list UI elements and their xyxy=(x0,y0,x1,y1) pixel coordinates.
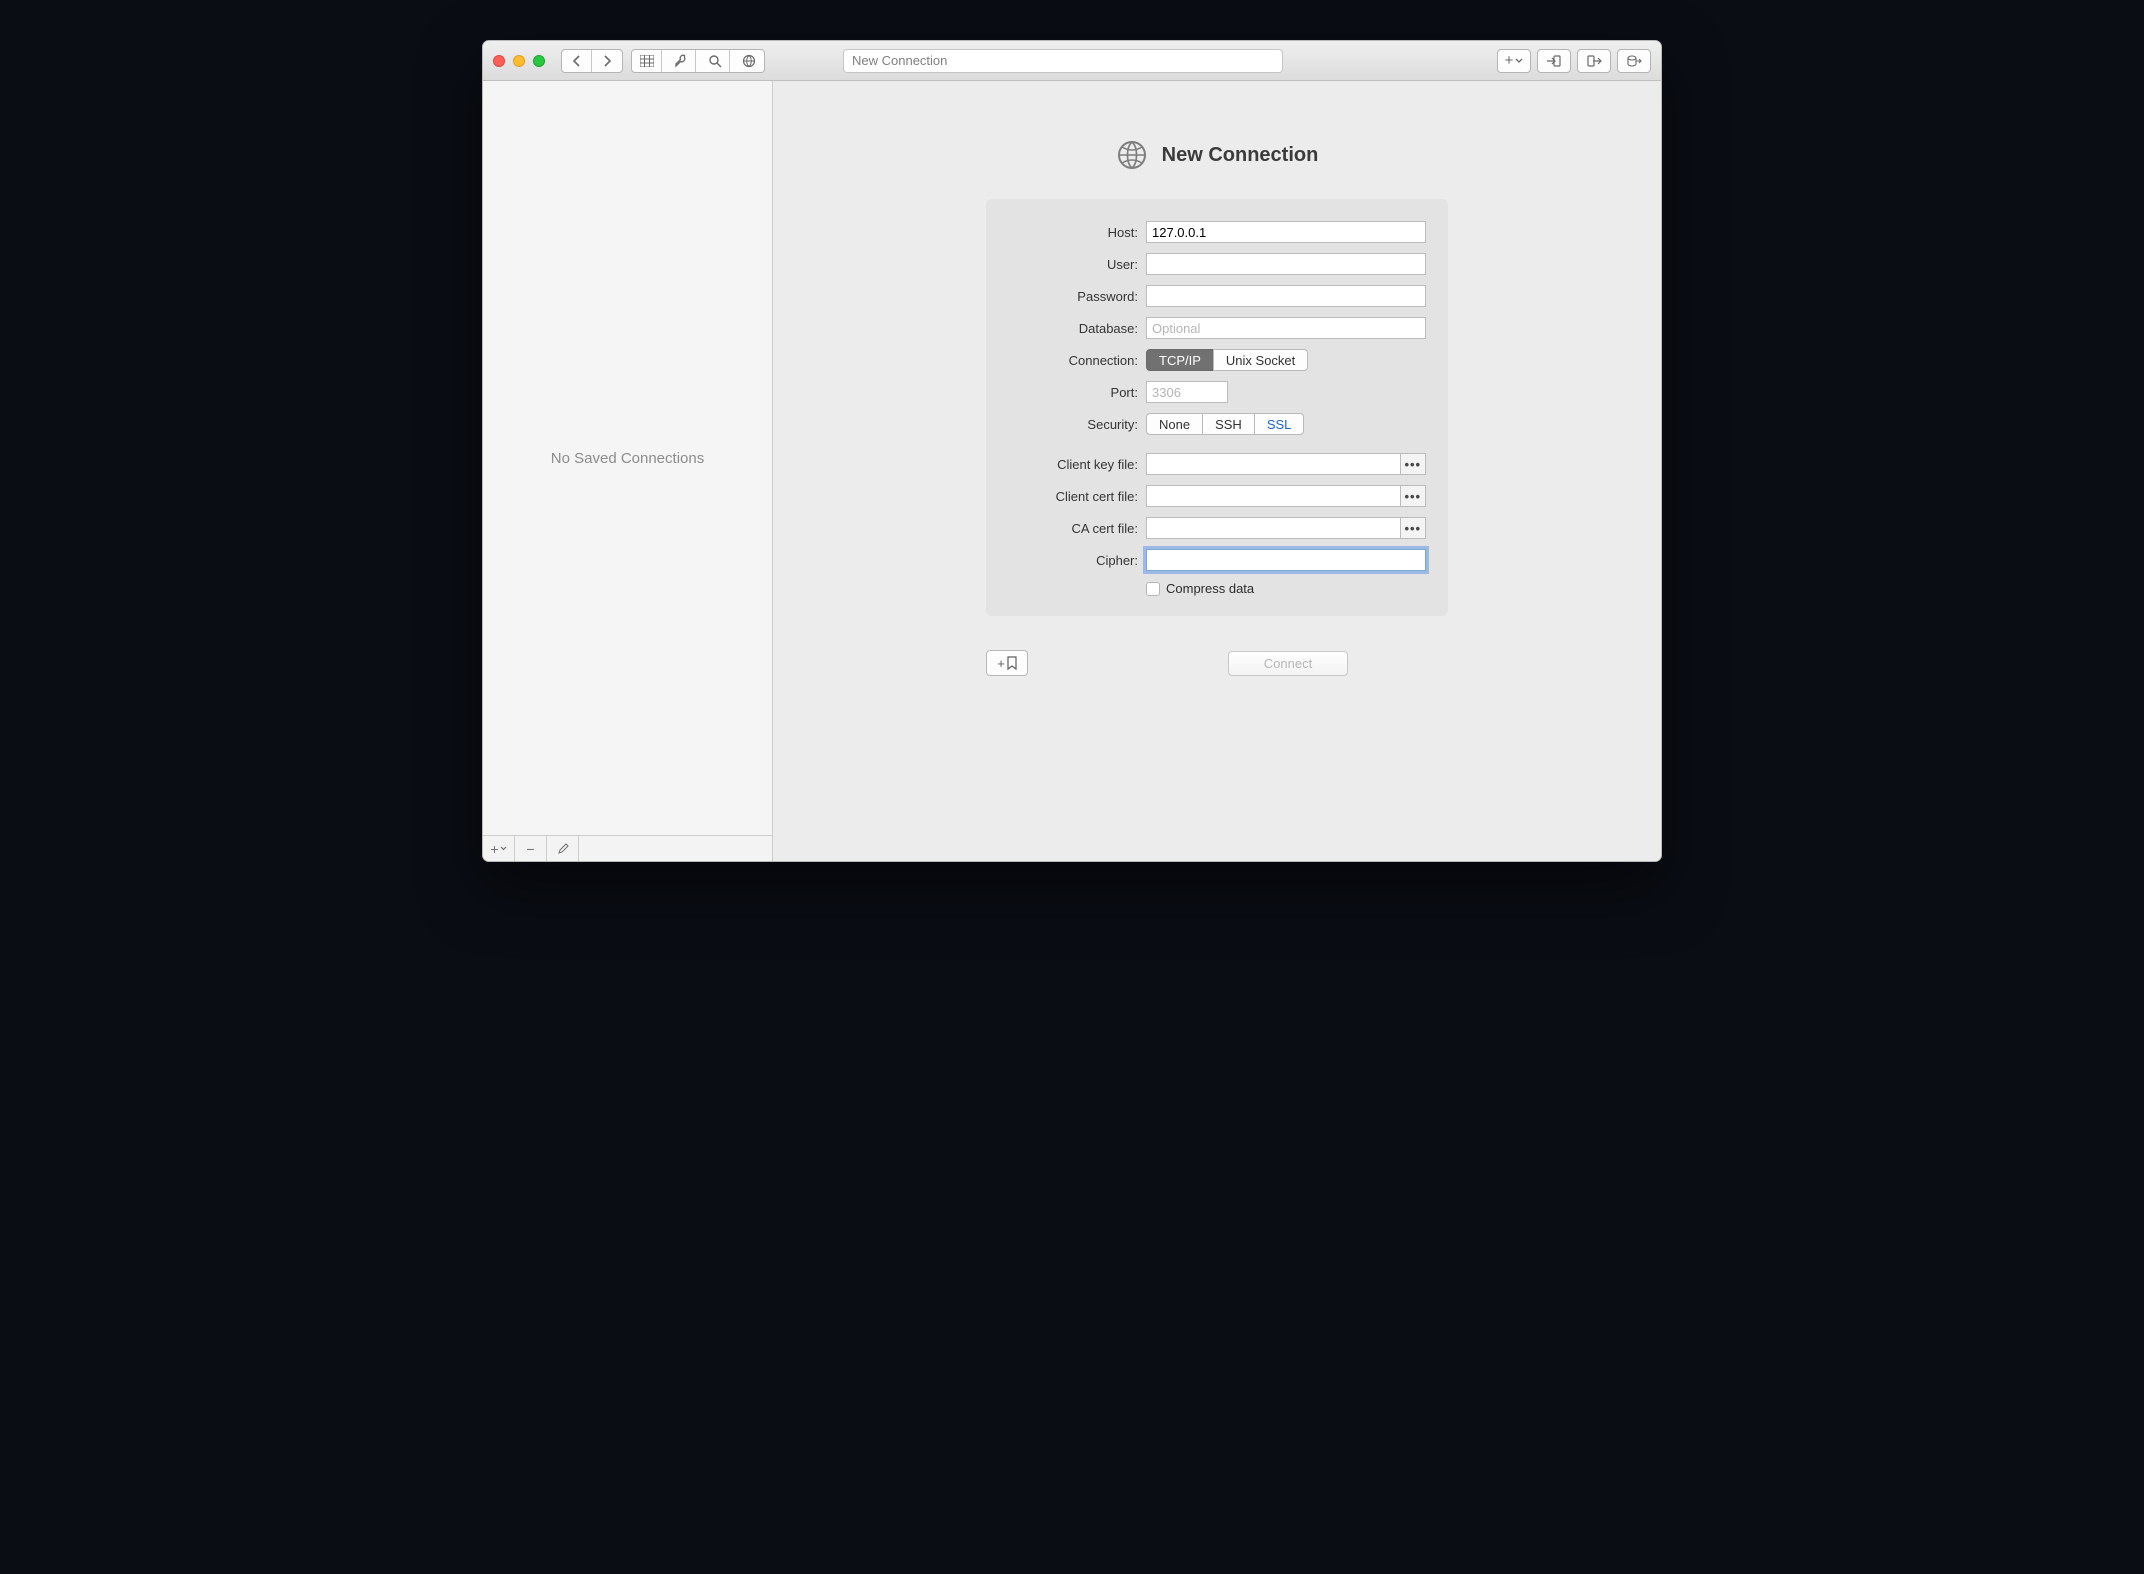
connection-header: New Connection xyxy=(1116,139,1319,171)
close-window-button[interactable] xyxy=(493,55,505,67)
bookmark-icon xyxy=(1007,656,1017,670)
client-cert-label: Client cert file: xyxy=(1008,489,1146,504)
client-key-label: Client key file: xyxy=(1008,457,1146,472)
security-ssl-option[interactable]: SSL xyxy=(1254,413,1305,435)
connection-tcpip-option[interactable]: TCP/IP xyxy=(1146,349,1214,371)
database-input[interactable] xyxy=(1146,317,1426,339)
main-panel: New Connection Host: User: Password: Dat… xyxy=(773,81,1661,861)
client-cert-input[interactable] xyxy=(1146,485,1401,507)
cipher-input[interactable] xyxy=(1146,549,1426,571)
user-label: User: xyxy=(1008,257,1146,272)
ca-cert-browse-button[interactable]: ••• xyxy=(1401,517,1426,539)
connection-form: Host: User: Password: Database: Connecti… xyxy=(986,199,1448,616)
wrench-icon[interactable] xyxy=(666,50,696,72)
sidebar-edit-button[interactable] xyxy=(547,836,579,861)
add-menu-button[interactable]: + xyxy=(1497,49,1531,73)
back-button[interactable] xyxy=(562,50,592,72)
ca-cert-label: CA cert file: xyxy=(1008,521,1146,536)
save-bookmark-button[interactable]: + xyxy=(986,650,1028,676)
database-label: Database: xyxy=(1008,321,1146,336)
globe-icon[interactable] xyxy=(734,50,764,72)
page-title: New Connection xyxy=(1162,144,1319,167)
user-input[interactable] xyxy=(1146,253,1426,275)
database-icon xyxy=(1626,54,1642,68)
titlebar: New Connection + xyxy=(483,41,1661,81)
compress-checkbox[interactable] xyxy=(1146,582,1160,596)
sidebar-add-button[interactable]: + xyxy=(483,836,515,861)
import-button[interactable] xyxy=(1537,49,1571,73)
port-label: Port: xyxy=(1008,385,1146,400)
network-globe-icon xyxy=(1116,139,1148,171)
connection-type-label: Connection: xyxy=(1008,353,1146,368)
import-icon xyxy=(1546,54,1562,68)
port-input[interactable] xyxy=(1146,381,1228,403)
sidebar-empty-label: No Saved Connections xyxy=(483,81,772,835)
connect-button[interactable]: Connect xyxy=(1228,651,1348,676)
security-ssh-option[interactable]: SSH xyxy=(1202,413,1255,435)
search-icon[interactable] xyxy=(700,50,730,72)
chevron-down-icon xyxy=(500,846,507,851)
sidebar-remove-button[interactable]: − xyxy=(515,836,547,861)
client-cert-browse-button[interactable]: ••• xyxy=(1401,485,1426,507)
client-key-browse-button[interactable]: ••• xyxy=(1401,453,1426,475)
cipher-label: Cipher: xyxy=(1008,553,1146,568)
zoom-window-button[interactable] xyxy=(533,55,545,67)
right-toolbar: + xyxy=(1497,49,1651,73)
title-search-field[interactable]: New Connection xyxy=(843,49,1283,73)
client-key-input[interactable] xyxy=(1146,453,1401,475)
host-input[interactable] xyxy=(1146,221,1426,243)
connections-sidebar: No Saved Connections + − xyxy=(483,81,773,861)
export-button[interactable] xyxy=(1577,49,1611,73)
database-export-button[interactable] xyxy=(1617,49,1651,73)
content-area: No Saved Connections + − New Con xyxy=(483,81,1661,861)
minimize-window-button[interactable] xyxy=(513,55,525,67)
search-placeholder-text: New Connection xyxy=(852,53,947,68)
sidebar-footer: + − xyxy=(483,835,772,861)
security-none-option[interactable]: None xyxy=(1146,413,1203,435)
export-icon xyxy=(1586,54,1602,68)
password-label: Password: xyxy=(1008,289,1146,304)
app-window: New Connection + No Saved Connections xyxy=(482,40,1662,862)
connection-unix-option[interactable]: Unix Socket xyxy=(1213,349,1308,371)
compress-label: Compress data xyxy=(1166,581,1254,596)
history-nav xyxy=(561,49,623,73)
form-actions: + Connect xyxy=(986,650,1448,676)
pencil-icon xyxy=(557,843,569,855)
chevron-down-icon xyxy=(1515,58,1523,64)
security-label: Security: xyxy=(1008,417,1146,432)
forward-button[interactable] xyxy=(592,50,622,72)
grid-icon[interactable] xyxy=(632,50,662,72)
window-controls xyxy=(493,55,545,67)
host-label: Host: xyxy=(1008,225,1146,240)
security-segment: None SSH SSL xyxy=(1146,413,1304,435)
ca-cert-input[interactable] xyxy=(1146,517,1401,539)
view-mode-segment xyxy=(631,49,765,73)
connection-type-segment: TCP/IP Unix Socket xyxy=(1146,349,1308,371)
password-input[interactable] xyxy=(1146,285,1426,307)
